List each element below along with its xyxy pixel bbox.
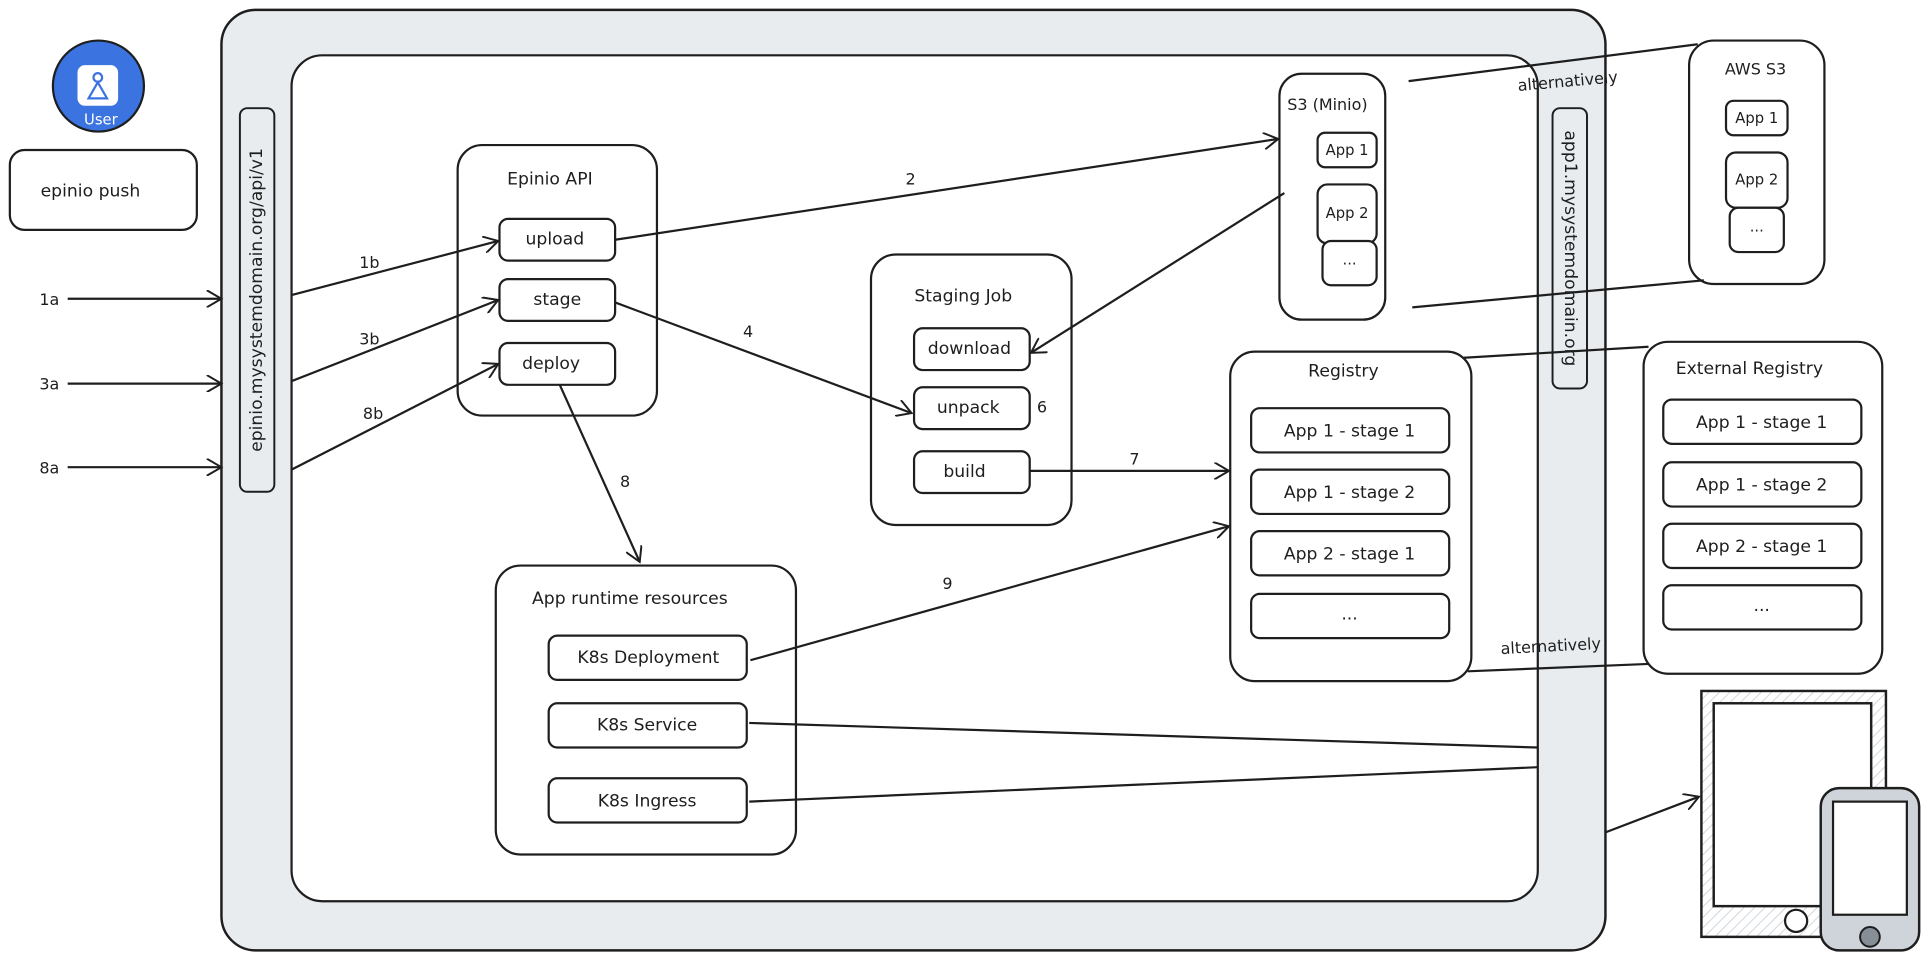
label-8a: 8a xyxy=(39,458,59,477)
user-label: User xyxy=(84,111,119,128)
label-9: 9 xyxy=(942,574,952,593)
registry-item: App 2 - stage 1 xyxy=(1284,545,1415,565)
label-4: 4 xyxy=(743,322,753,341)
external-registry-item: ... xyxy=(1753,596,1769,616)
runtime-title: App runtime resources xyxy=(532,589,728,609)
user-icon xyxy=(77,65,119,106)
aws-item: App 1 xyxy=(1735,110,1778,127)
app-url-bar: app1.mysystemdomain.org xyxy=(1551,107,1588,390)
api-url: epinio.mysystemdomain.org/api/v1 xyxy=(247,148,267,452)
step-download: download xyxy=(928,339,1011,359)
s3-minio-box: S3 (Minio) App 1 App 2 ... xyxy=(1278,72,1387,321)
registry-box: Registry App 1 - stage 1 App 1 - stage 2… xyxy=(1229,350,1473,683)
s3-minio-title: S3 (Minio) xyxy=(1287,95,1367,114)
s3-item: App 2 xyxy=(1326,205,1369,222)
external-registry-title: External Registry xyxy=(1676,359,1823,379)
phone-icon xyxy=(1819,786,1921,952)
cli-command: epinio push xyxy=(41,182,141,202)
endpoint-upload: upload xyxy=(526,230,585,250)
endpoint-deploy: deploy xyxy=(522,354,580,374)
label-1b: 1b xyxy=(359,253,379,272)
step-unpack: unpack xyxy=(937,398,1000,418)
user-node: User xyxy=(51,39,146,133)
label-3a: 3a xyxy=(39,375,59,394)
label-3b: 3b xyxy=(359,329,379,348)
edge-devices xyxy=(1605,797,1698,834)
staging-job-box: Staging Job download unpack build 6 xyxy=(869,253,1073,527)
registry-item: App 1 - stage 2 xyxy=(1284,483,1415,503)
registry-title: Registry xyxy=(1308,361,1378,381)
registry-item: App 1 - stage 1 xyxy=(1284,422,1415,442)
app-url: app1.mysystemdomain.org xyxy=(1560,130,1580,366)
staging-job-title: Staging Job xyxy=(914,286,1012,306)
label-8b: 8b xyxy=(363,404,383,423)
endpoint-stage: stage xyxy=(533,290,581,310)
s3-item: App 1 xyxy=(1326,142,1369,159)
runtime-box: App runtime resources K8s Deployment K8s… xyxy=(494,564,798,856)
aws-item: App 2 xyxy=(1735,172,1778,189)
api-url-bar: epinio.mysystemdomain.org/api/v1 xyxy=(238,107,276,493)
aws-s3-title: AWS S3 xyxy=(1725,60,1786,79)
external-registry-item: App 1 - stage 2 xyxy=(1696,476,1827,496)
registry-item: ... xyxy=(1341,605,1357,625)
step-build: build xyxy=(943,462,985,482)
incoming-arrows: 1a 3a 8a xyxy=(39,290,221,477)
cli-command-box: epinio push xyxy=(8,148,198,232)
runtime-item: K8s Ingress xyxy=(598,792,697,812)
epinio-api-box: Epinio API upload stage deploy xyxy=(456,143,659,417)
runtime-item: K8s Service xyxy=(597,715,697,735)
label-6: 6 xyxy=(1037,398,1047,417)
external-registry-box: External Registry App 1 - stage 1 App 1 … xyxy=(1642,340,1884,675)
epinio-api-title: Epinio API xyxy=(507,170,592,190)
external-registry-item: App 2 - stage 1 xyxy=(1696,537,1827,557)
external-registry-item: App 1 - stage 1 xyxy=(1696,413,1827,433)
s3-item: ... xyxy=(1343,252,1357,269)
runtime-item: K8s Deployment xyxy=(577,648,719,668)
aws-s3-box: AWS S3 App 1 App 2 ... xyxy=(1687,39,1826,286)
label-2: 2 xyxy=(905,169,915,188)
architecture-diagram: epinio.mysystemdomain.org/api/v1 app1.my… xyxy=(8,8,1921,952)
aws-item: ... xyxy=(1750,218,1764,235)
label-1a: 1a xyxy=(39,290,59,309)
label-7: 7 xyxy=(1129,450,1139,469)
label-8: 8 xyxy=(620,472,630,491)
